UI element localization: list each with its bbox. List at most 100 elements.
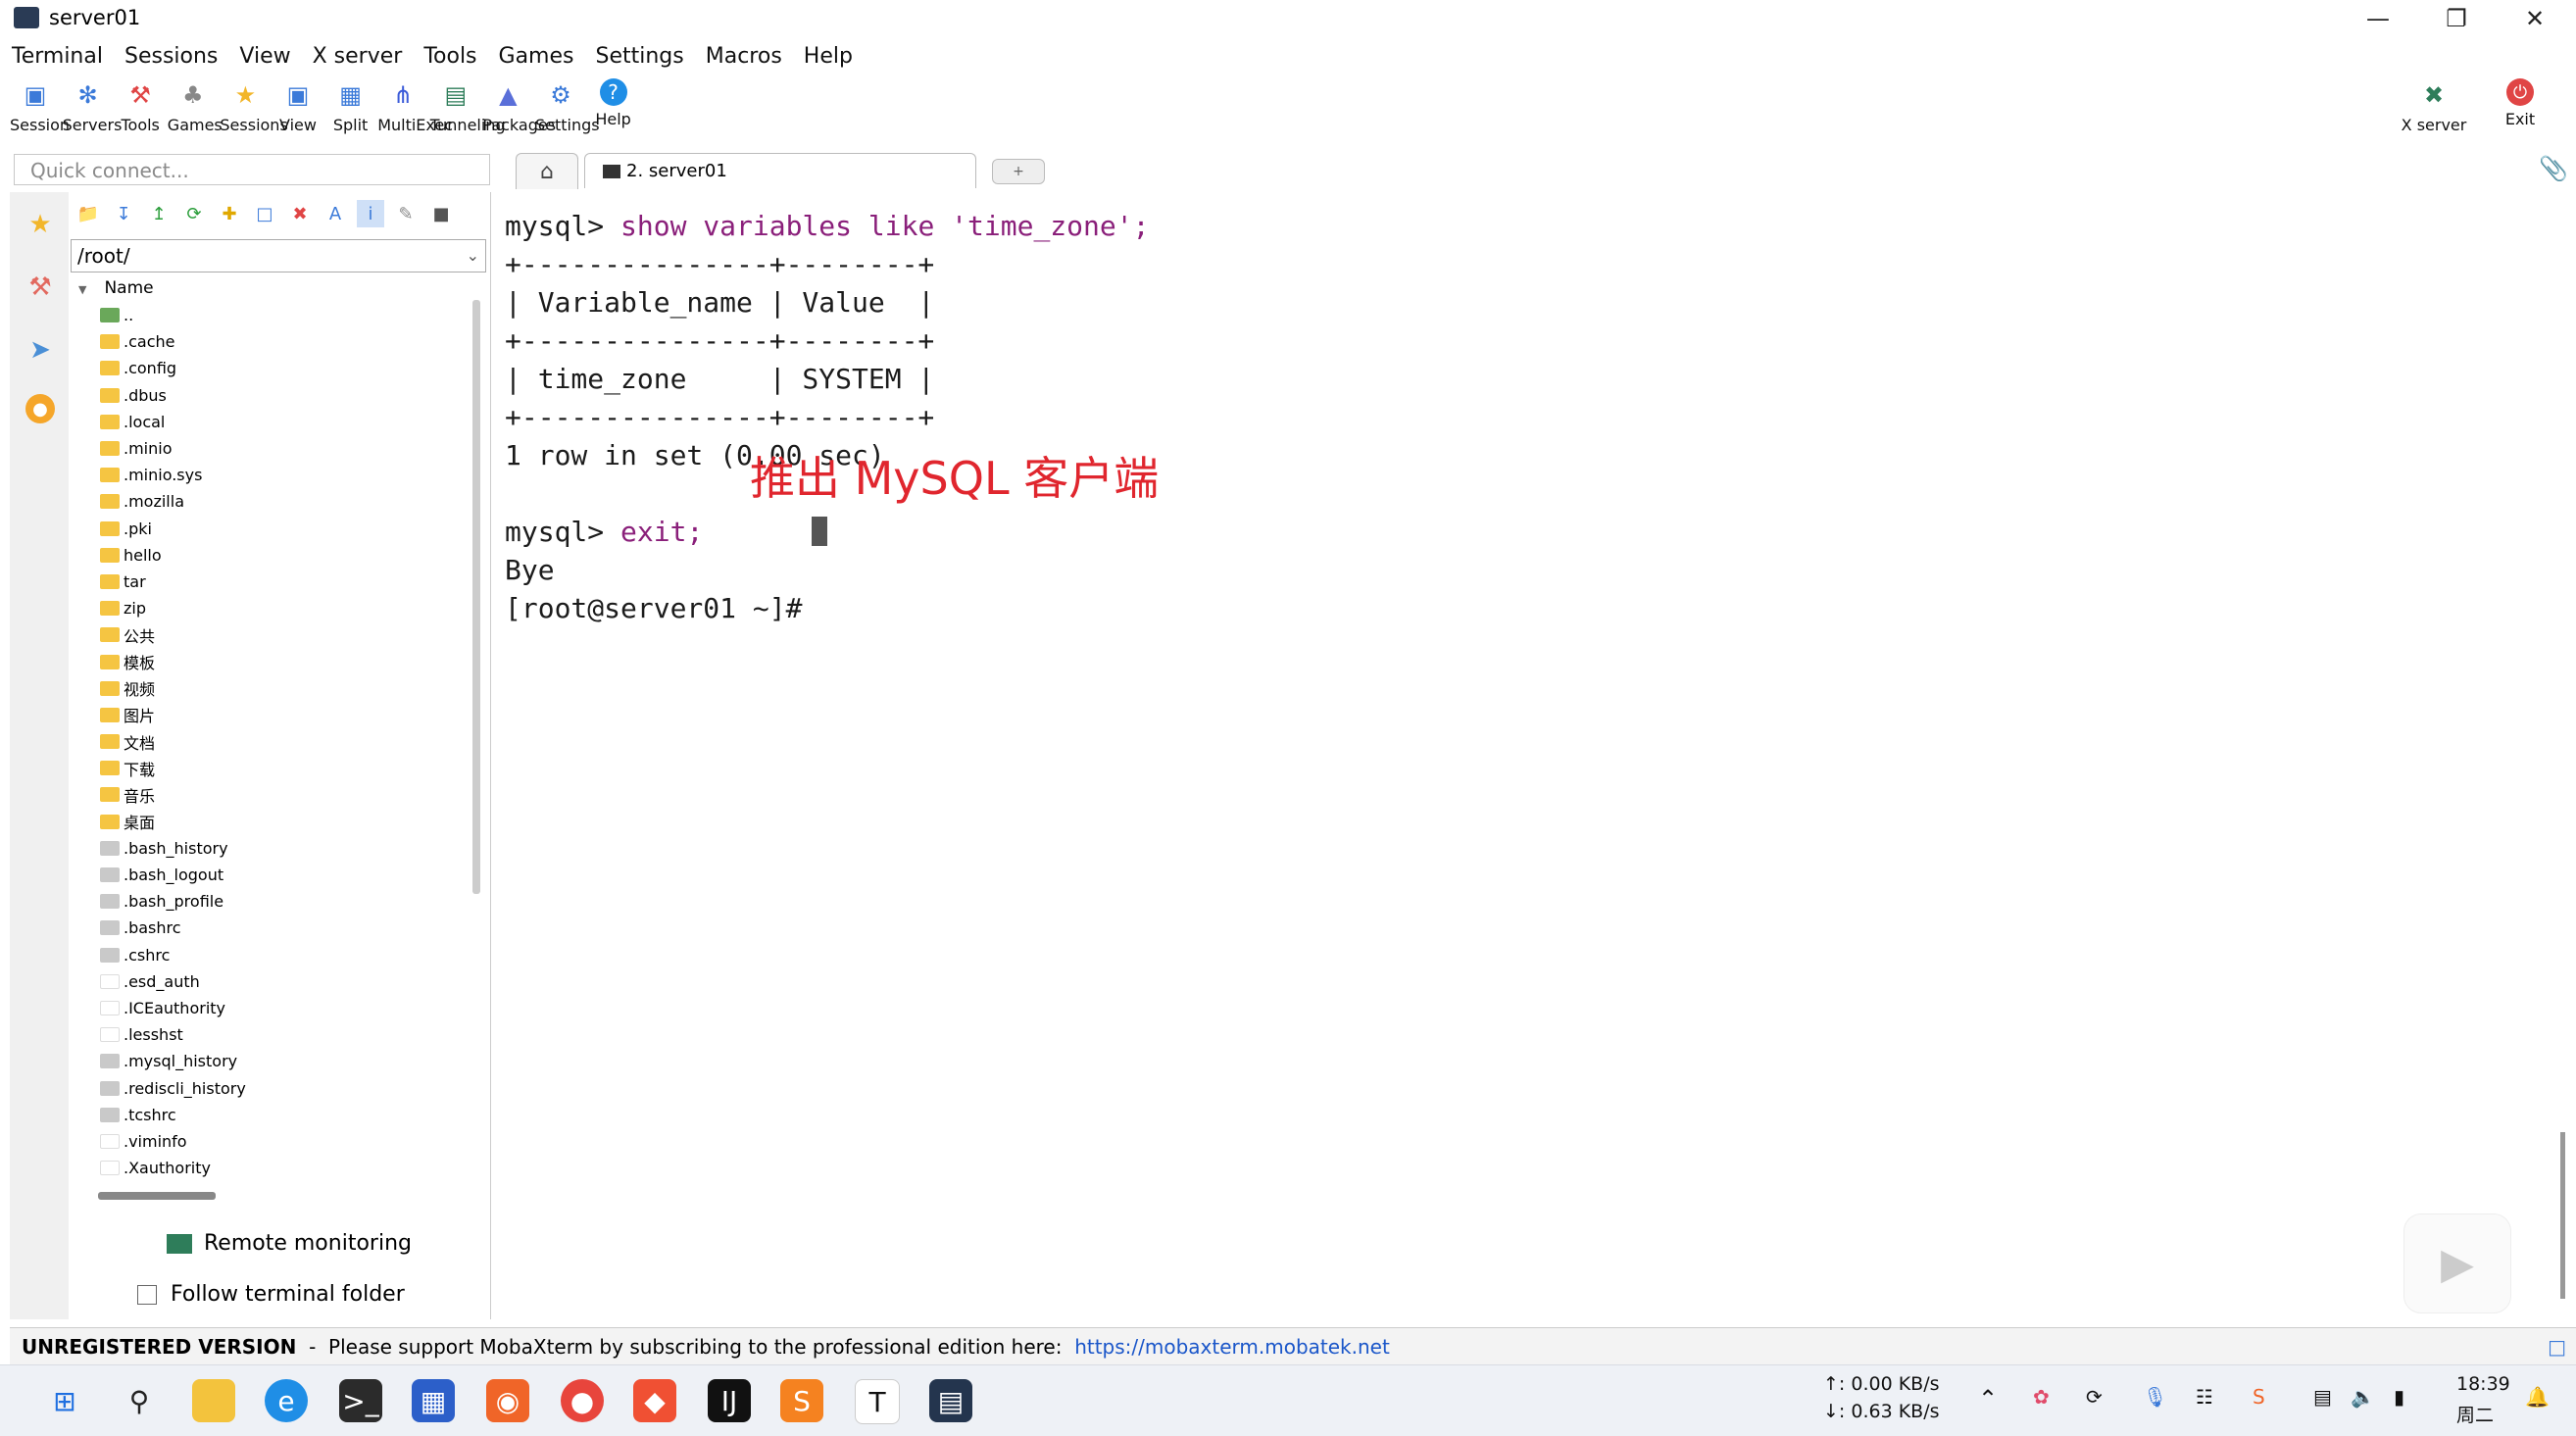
intellij-icon[interactable]: IJ: [708, 1379, 751, 1422]
paperclip-icon[interactable]: 📎: [2539, 155, 2568, 182]
store-icon[interactable]: ▦: [412, 1379, 455, 1422]
file-list-item[interactable]: ..: [100, 302, 472, 328]
terminal-icon[interactable]: ■: [427, 200, 455, 227]
file-list-item[interactable]: .ICEauthority: [100, 995, 472, 1021]
microphone-icon[interactable]: 🎙: [2143, 1385, 2167, 1409]
new-folder-icon[interactable]: ✚: [216, 200, 243, 227]
toolbar-servers-button[interactable]: ✻ Servers: [63, 74, 123, 143]
file-list-item[interactable]: 模板: [100, 648, 472, 674]
file-list-item[interactable]: .config: [100, 355, 472, 381]
follow-terminal-folder-option[interactable]: Follow terminal folder: [137, 1282, 405, 1307]
tray-app-icon[interactable]: ✿: [2033, 1385, 2050, 1409]
toolbar-exit-button[interactable]: ⏻ Exit: [2486, 74, 2554, 143]
sessions-star-icon[interactable]: ★: [22, 206, 59, 243]
file-list-item[interactable]: 桌面: [100, 809, 472, 835]
sftp-path-field[interactable]: /root/ ⌄: [71, 239, 486, 272]
toolbar-multiexec-button[interactable]: ⋔ MultiExec: [377, 74, 453, 143]
file-list-item[interactable]: .bashrc: [100, 915, 472, 941]
file-list-item[interactable]: 文档: [100, 728, 472, 755]
toolbar-view-button[interactable]: ▣ View: [272, 74, 323, 143]
new-file-icon[interactable]: □: [251, 200, 278, 227]
search-icon[interactable]: ⚲: [118, 1379, 161, 1422]
typora-icon[interactable]: T: [855, 1379, 900, 1424]
rename-icon[interactable]: A: [322, 200, 349, 227]
follow-terminal-checkbox[interactable]: [137, 1285, 157, 1305]
clock-day[interactable]: 周二: [2456, 1401, 2494, 1427]
minimize-button[interactable]: —: [2339, 0, 2417, 37]
chevron-down-icon[interactable]: ⌄: [467, 240, 479, 272]
toolbar-sessions-button[interactable]: ★ Sessions: [220, 74, 287, 143]
edit-icon[interactable]: ✎: [392, 200, 420, 227]
sogou-input-icon[interactable]: S: [2253, 1385, 2265, 1409]
sftp-send-icon[interactable]: ➤: [22, 331, 59, 369]
file-list-item[interactable]: 视频: [100, 675, 472, 702]
file-list-item[interactable]: 图片: [100, 702, 472, 728]
close-button[interactable]: ✕: [2496, 0, 2574, 37]
macros-icon[interactable]: ●: [25, 394, 55, 423]
upload-icon[interactable]: ↥: [145, 200, 173, 227]
language-icon[interactable]: ☷: [2196, 1385, 2213, 1409]
toolbar-help-button[interactable]: ? Help: [588, 74, 639, 143]
file-list-item[interactable]: .bash_history: [100, 835, 472, 862]
orange-app-icon[interactable]: ◉: [486, 1379, 529, 1422]
properties-icon[interactable]: i: [357, 200, 384, 227]
file-list-item[interactable]: .bash_profile: [100, 888, 472, 915]
new-tab-button[interactable]: +: [992, 159, 1045, 184]
file-list-item[interactable]: .lesshst: [100, 1021, 472, 1048]
tools-icon[interactable]: ⚒: [22, 269, 59, 306]
file-list-item[interactable]: .bash_logout: [100, 862, 472, 888]
file-list-item[interactable]: 公共: [100, 621, 472, 648]
menu-item-sessions[interactable]: Sessions: [124, 44, 218, 69]
file-list-item[interactable]: .mozilla: [100, 488, 472, 515]
download-icon[interactable]: ↧: [110, 200, 137, 227]
refresh-icon[interactable]: ⟳: [180, 200, 208, 227]
mobaxterm-taskbar-icon[interactable]: ▤: [929, 1379, 972, 1422]
toolbar-x-server-button[interactable]: ✖ X server: [2400, 74, 2468, 143]
windows-start-icon[interactable]: ⊞: [43, 1379, 86, 1422]
toolbar-packages-button[interactable]: ▲ Packages: [482, 74, 556, 143]
file-list-horizontal-scrollbar[interactable]: [98, 1192, 216, 1200]
file-list-item[interactable]: .rediscli_history: [100, 1074, 472, 1101]
sync-icon[interactable]: ⟳: [2086, 1385, 2103, 1409]
file-list-item[interactable]: .Xauthority: [100, 1155, 472, 1181]
file-list-header[interactable]: ▼ Name: [78, 278, 154, 298]
file-list-item[interactable]: .tcshrc: [100, 1102, 472, 1128]
git-icon[interactable]: ◆: [633, 1379, 676, 1422]
menu-item-help[interactable]: Help: [804, 44, 853, 69]
file-list-item[interactable]: 下载: [100, 755, 472, 781]
mobatek-link[interactable]: https://mobaxterm.mobatek.net: [1074, 1335, 1390, 1359]
quick-connect-input[interactable]: Quick connect...: [14, 154, 490, 185]
video-play-icon[interactable]: ▶: [2403, 1213, 2511, 1313]
notification-bell-icon[interactable]: 🔔: [2525, 1385, 2550, 1409]
file-list-item[interactable]: .local: [100, 409, 472, 435]
toolbar-settings-button[interactable]: ⚙ Settings: [535, 74, 600, 143]
file-list-item[interactable]: .pki: [100, 516, 472, 542]
edge-browser-icon[interactable]: e: [265, 1379, 308, 1422]
menu-item-settings[interactable]: Settings: [596, 44, 684, 69]
toolbar-games-button[interactable]: ♣ Games: [168, 74, 223, 143]
menu-item-terminal[interactable]: Terminal: [12, 44, 103, 69]
file-list-item[interactable]: .viminfo: [100, 1128, 472, 1155]
toolbar-tunneling-button[interactable]: ▤ Tunneling: [430, 74, 506, 143]
menu-item-view[interactable]: View: [239, 44, 290, 69]
file-list-item[interactable]: .cshrc: [100, 942, 472, 968]
menu-item-tools[interactable]: Tools: [423, 44, 476, 69]
home-tab[interactable]: ⌂: [516, 153, 578, 189]
network-icon[interactable]: ▤: [2313, 1385, 2332, 1409]
file-list-item[interactable]: hello: [100, 542, 472, 569]
tab-server01[interactable]: 2. server01: [584, 153, 976, 188]
file-list-item[interactable]: 音乐: [100, 781, 472, 808]
delete-icon[interactable]: ✖: [286, 200, 314, 227]
terminal-area[interactable]: mysql> show variables like 'time_zone'; +…: [493, 190, 2561, 1317]
file-list-item[interactable]: .cache: [100, 328, 472, 355]
file-list-item[interactable]: .esd_auth: [100, 968, 472, 995]
folder-up-icon[interactable]: 📁: [74, 200, 102, 227]
restore-button[interactable]: ❐: [2417, 0, 2496, 37]
terminal-scrollbar[interactable]: [2560, 1132, 2565, 1299]
clock-time[interactable]: 18:39: [2456, 1373, 2510, 1395]
menu-item-x-server[interactable]: X server: [313, 44, 403, 69]
sublime-icon[interactable]: S: [780, 1379, 823, 1422]
file-explorer-icon[interactable]: [192, 1379, 235, 1422]
file-list-vertical-scrollbar[interactable]: [472, 300, 480, 894]
menu-item-games[interactable]: Games: [499, 44, 574, 69]
